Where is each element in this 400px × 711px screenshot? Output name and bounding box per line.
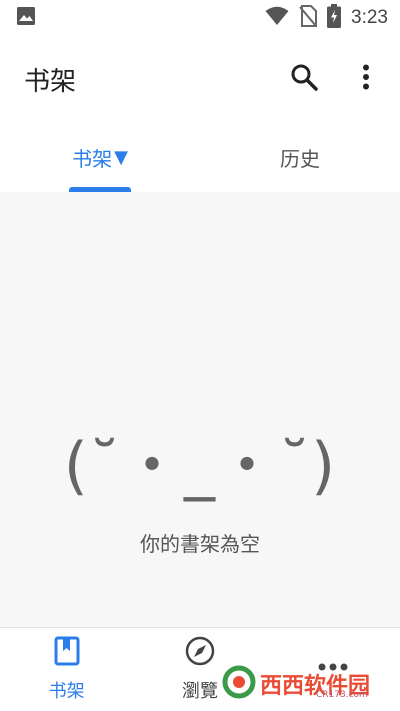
battery-charging-icon [327, 4, 342, 32]
more-options-button[interactable] [348, 61, 384, 97]
tab-history[interactable]: 历史 [200, 122, 400, 192]
tab-bookshelf-label: 书架 [72, 146, 113, 171]
no-sim-icon [299, 5, 318, 31]
app-bar: 书架 [0, 36, 400, 122]
watermark-sub: CR173.com [316, 690, 368, 700]
tab-bar: 书架 ▼ 历史 [0, 122, 400, 192]
search-icon [290, 63, 318, 95]
tab-bookshelf[interactable]: 书架 ▼ [0, 122, 200, 192]
caret-down-icon: ▼ [114, 146, 128, 168]
nav-label-bookshelf: 书架 [48, 681, 85, 702]
page-title: 书架 [24, 66, 77, 97]
wifi-icon [265, 6, 289, 30]
watermark-logo-icon [222, 665, 256, 703]
bookshelf-content: (˘・_・˘) 你的書架為空 [0, 192, 400, 627]
bookmark-book-icon [54, 636, 80, 671]
tab-history-label: 历史 [280, 146, 320, 171]
empty-state-face: (˘・_・˘) [63, 429, 337, 502]
compass-icon [185, 636, 215, 671]
status-time: 3:23 [351, 7, 388, 28]
nav-label-browse: 瀏覽 [181, 681, 218, 702]
empty-state-message: 你的書架為空 [140, 532, 260, 556]
more-vert-icon [362, 64, 370, 94]
watermark: 西西软件园 CR173.com [222, 664, 384, 704]
nav-item-bookshelf[interactable]: 书架 [0, 628, 133, 711]
image-icon [16, 6, 36, 30]
search-button[interactable] [286, 61, 322, 97]
status-bar: 3:23 [0, 0, 400, 36]
